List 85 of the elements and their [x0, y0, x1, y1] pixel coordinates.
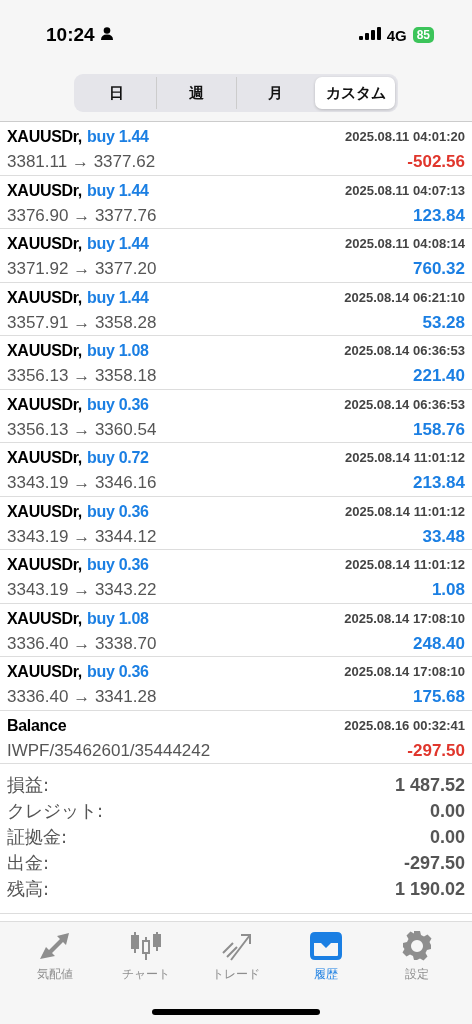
symbol-label: XAUUSDr,: [7, 235, 82, 253]
deal-time: 2025.08.14 17:08:10: [344, 609, 465, 628]
deal-time: 2025.08.14 11:01:12: [345, 449, 465, 468]
summary-value: -297.50: [403, 852, 465, 874]
price-change: 3343.19 → 3344.12: [7, 525, 158, 548]
deal-time: 2025.08.14 06:21:10: [344, 288, 465, 307]
profit-value: 213.84: [412, 472, 465, 495]
profit-value: 1.08: [430, 579, 465, 602]
order-volume: buy 1.08: [86, 342, 149, 360]
summary-label: 証拠金:: [7, 825, 68, 849]
order-volume: buy 0.36: [86, 395, 149, 413]
price-change: 3357.91 → 3358.28: [7, 311, 158, 334]
tab-bar-item[interactable]: 履歴: [286, 930, 367, 983]
order-volume: buy 1.44: [86, 181, 149, 199]
deal-time: 2025.08.14 11:01:12: [345, 502, 465, 521]
price-change: 3336.40 → 3338.70: [7, 632, 158, 655]
symbol-label: XAUUSDr,: [7, 181, 82, 199]
tab-bar-item[interactable]: 設定: [376, 930, 457, 983]
symbol-label: XAUUSDr,: [7, 449, 82, 467]
price-change: 3381.11 → 3377.62: [7, 151, 157, 174]
summary-value: 1 487.52: [394, 774, 465, 796]
symbol-label: XAUUSDr,: [7, 663, 82, 681]
deal-time: 2025.08.14 17:08:10: [344, 663, 465, 682]
symbol-label: XAUUSDr,: [7, 556, 82, 574]
order-volume: buy 0.72: [86, 449, 149, 467]
period-tab[interactable]: カスタム: [315, 77, 395, 109]
order-volume: buy 0.36: [86, 502, 149, 520]
profit-value: 760.32: [412, 258, 465, 281]
deal-time: 2025.08.11 04:01:20: [345, 128, 465, 147]
order-volume: buy 1.44: [86, 235, 149, 253]
order-volume: buy 1.44: [86, 128, 149, 146]
deal-comment: IWPF/35462601/35444242: [7, 739, 212, 762]
symbol-label: XAUUSDr,: [7, 395, 82, 413]
tab-bar-item[interactable]: 気配値: [15, 930, 96, 983]
deal-time: 2025.08.14 06:36:53: [344, 395, 465, 414]
profit-value: -297.50: [406, 739, 465, 762]
deal-time: 2025.08.14 11:01:12: [345, 556, 465, 575]
symbol-label: Balance: [7, 716, 67, 734]
profit-value: 248.40: [412, 632, 465, 655]
price-change: 3336.40 → 3341.28: [7, 686, 158, 709]
order-volume: buy 0.36: [86, 663, 149, 681]
profit-value: 175.68: [412, 686, 465, 709]
period-tab[interactable]: 日: [77, 77, 156, 109]
symbol-label: XAUUSDr,: [7, 128, 82, 146]
deal-time: 2025.08.11 04:08:14: [345, 235, 465, 254]
price-change: 3343.19 → 3346.16: [7, 472, 158, 495]
summary-value: 0.00: [429, 826, 465, 848]
price-change: 3371.92 → 3377.20: [7, 258, 158, 281]
profit-value: 123.84: [412, 204, 465, 227]
summary-label: クレジット:: [7, 799, 104, 823]
profit-value: 221.40: [412, 365, 465, 388]
summary-value: 0.00: [429, 800, 465, 822]
summary-value: 1 190.02: [394, 878, 465, 900]
tab-bar-item[interactable]: チャート: [105, 930, 186, 983]
symbol-label: XAUUSDr,: [7, 502, 82, 520]
order-volume: buy 1.44: [86, 288, 149, 306]
price-change: 3343.19 → 3343.22: [7, 579, 158, 602]
tab-bar-item[interactable]: トレード: [195, 930, 276, 983]
deal-time: 2025.08.11 04:07:13: [345, 181, 465, 200]
order-volume: buy 0.36: [86, 556, 149, 574]
settings-icon: [400, 930, 433, 962]
inbox-tray-icon: [309, 931, 344, 961]
candlestick-icon: [128, 931, 163, 961]
signal-icon: [358, 27, 381, 40]
summary-label: 出金:: [7, 851, 50, 875]
symbol-label: XAUUSDr,: [7, 342, 82, 360]
person-icon: [100, 27, 113, 40]
clock-time: 10:24: [46, 24, 95, 46]
deal-time: 2025.08.14 06:36:53: [344, 342, 465, 361]
profit-value: 53.28: [421, 311, 465, 334]
price-change: 3356.13 → 3360.54: [7, 418, 158, 441]
period-tab[interactable]: 週: [155, 77, 236, 109]
price-change: 3376.90 → 3377.76: [7, 204, 158, 227]
order-volume: buy 1.08: [86, 609, 149, 627]
summary-label: 残高:: [7, 877, 50, 901]
profit-value: -502.56: [406, 151, 465, 174]
symbol-label: XAUUSDr,: [7, 288, 82, 306]
summary-label: 損益:: [7, 773, 50, 797]
network-label: 4G: [386, 26, 407, 44]
profit-value: 158.76: [412, 418, 465, 441]
deal-time: 2025.08.16 00:32:41: [344, 716, 465, 735]
battery-level: 85: [412, 27, 434, 43]
symbol-label: XAUUSDr,: [7, 609, 82, 627]
profit-value: 33.48: [421, 525, 465, 548]
price-change: 3356.13 → 3358.18: [7, 365, 158, 388]
